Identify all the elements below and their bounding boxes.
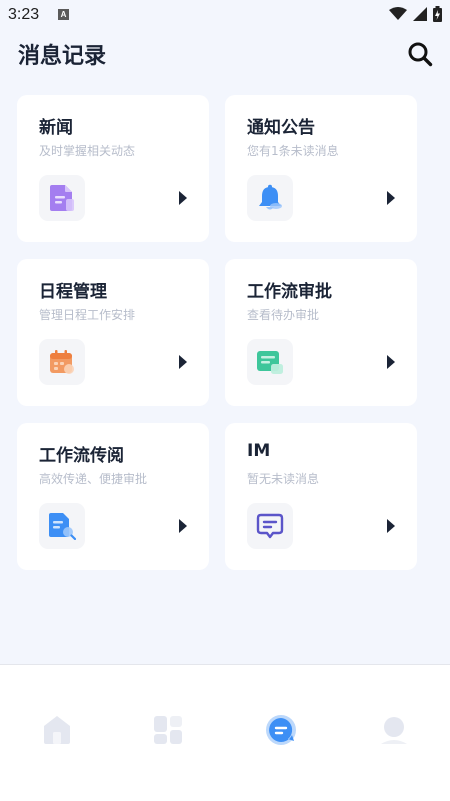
nav-apps[interactable] [151, 713, 185, 747]
battery-icon [433, 6, 442, 22]
nav-messages[interactable] [264, 713, 298, 747]
nav-profile[interactable] [377, 713, 411, 747]
search-button[interactable] [406, 40, 434, 68]
signal-icon [413, 7, 427, 21]
card-icon-box [247, 339, 293, 385]
search-icon [408, 42, 433, 67]
header: 消息记录 [0, 30, 450, 78]
chat-bubble-icon [256, 513, 284, 539]
apps-grid-icon [154, 716, 182, 744]
status-time: 3:23 [8, 6, 40, 23]
wifi-icon [389, 7, 407, 20]
card-subtitle: 及时掌握相关动态 [39, 144, 136, 158]
status-icons [389, 6, 442, 22]
card-title: 通知公告 [247, 118, 315, 138]
card-title: 新闻 [39, 118, 73, 138]
approval-form-icon [257, 351, 283, 374]
chevron-right-icon [179, 191, 187, 205]
card-icon-box [247, 175, 293, 221]
bottom-nav [0, 664, 450, 801]
chevron-right-icon [387, 355, 395, 369]
card-workflow-approval[interactable]: 工作流审批 查看待办审批 [225, 259, 417, 406]
card-im[interactable]: IM 暂无未读消息 [225, 423, 417, 570]
circulation-document-icon [49, 513, 76, 540]
chevron-right-icon [179, 519, 187, 533]
card-title: IM [247, 441, 271, 461]
card-title: 日程管理 [39, 282, 107, 302]
calendar-icon [50, 350, 74, 374]
card-subtitle: 管理日程工作安排 [39, 308, 136, 322]
news-document-icon [50, 185, 74, 211]
nav-home[interactable] [40, 713, 74, 747]
page-title: 消息记录 [18, 44, 107, 69]
message-icon [266, 715, 296, 745]
chevron-right-icon [179, 355, 187, 369]
card-title: 工作流审批 [247, 282, 332, 302]
module-grid: 新闻 及时掌握相关动态 通知公告 您有1条未读消息 日程管理 管理日程工作安排 … [17, 95, 417, 570]
chevron-right-icon [387, 519, 395, 533]
card-subtitle: 暂无未读消息 [247, 472, 320, 486]
card-workflow-circulation[interactable]: 工作流传阅 高效传递、便捷审批 [17, 423, 209, 570]
card-icon-box [39, 503, 85, 549]
card-subtitle: 您有1条未读消息 [247, 144, 339, 158]
status-bar: 3:23 A [0, 0, 450, 30]
profile-icon [381, 717, 407, 744]
chevron-right-icon [387, 191, 395, 205]
bell-icon [259, 184, 282, 210]
card-title: 工作流传阅 [39, 446, 124, 466]
card-news[interactable]: 新闻 及时掌握相关动态 [17, 95, 209, 242]
card-notice[interactable]: 通知公告 您有1条未读消息 [225, 95, 417, 242]
card-schedule[interactable]: 日程管理 管理日程工作安排 [17, 259, 209, 406]
card-subtitle: 查看待办审批 [247, 308, 320, 322]
card-subtitle: 高效传递、便捷审批 [39, 472, 148, 486]
home-icon [44, 716, 70, 744]
card-icon-box [247, 503, 293, 549]
card-icon-box [39, 175, 85, 221]
card-icon-box [39, 339, 85, 385]
notification-badge: A [58, 9, 69, 20]
